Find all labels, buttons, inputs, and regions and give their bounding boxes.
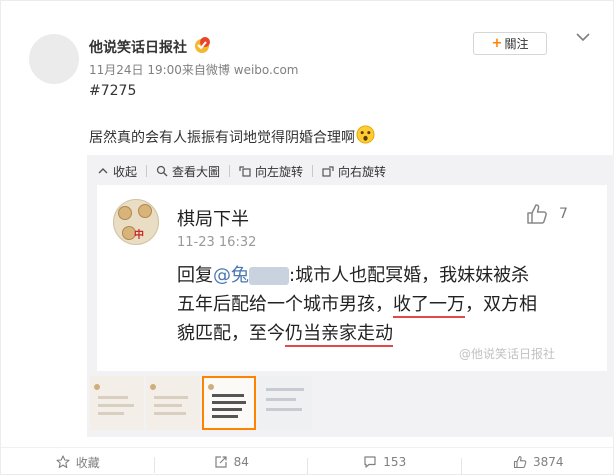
repost-button[interactable]: 84 bbox=[155, 455, 308, 474]
redacted-name bbox=[249, 267, 289, 285]
post-tag[interactable]: #7275 bbox=[89, 83, 136, 99]
post-meta: 11月24日 19:00来自微博 weibo.com bbox=[89, 63, 299, 77]
weibo-post-card: 他说笑话日报社 11月24日 19:00来自微博 weibo.com + 關注 … bbox=[0, 0, 614, 475]
image-like-count: 7 bbox=[559, 206, 568, 222]
image-text-line-1: 回复@兔:城市人也配冥婚，我妹妹被杀 bbox=[177, 265, 530, 286]
chevron-down-icon[interactable] bbox=[576, 32, 590, 42]
plus-icon: + bbox=[491, 36, 503, 51]
thumbnail-3-selected[interactable] bbox=[202, 376, 256, 430]
image-text-line-3: 貌匹配，至今仍当亲家走动 bbox=[177, 319, 587, 348]
favorite-button[interactable]: 收藏 bbox=[1, 454, 155, 473]
author-avatar[interactable] bbox=[29, 34, 79, 84]
shocked-emoji-icon bbox=[356, 125, 375, 144]
thumbs-up-icon bbox=[513, 455, 527, 469]
collapse-icon bbox=[98, 168, 108, 174]
comment-button[interactable]: 153 bbox=[308, 455, 462, 474]
rotate-left-icon bbox=[239, 166, 251, 177]
comment-count: 153 bbox=[383, 455, 407, 469]
favorite-label: 收藏 bbox=[75, 455, 100, 470]
repost-icon bbox=[215, 456, 227, 468]
thumbnail-4[interactable] bbox=[258, 376, 312, 430]
comment-icon bbox=[364, 456, 376, 468]
thumbnail-strip bbox=[90, 376, 312, 430]
like-button[interactable]: 3874 bbox=[462, 455, 614, 469]
thumbnail-2[interactable] bbox=[146, 376, 200, 430]
follow-label: 關注 bbox=[504, 37, 529, 51]
image-commenter-name: 棋局下半 bbox=[177, 209, 249, 230]
vip-badge-icon bbox=[195, 37, 210, 53]
view-large-label: 查看大圖 bbox=[172, 164, 221, 179]
toolbar-divider bbox=[312, 165, 314, 177]
like-count: 3874 bbox=[532, 455, 564, 469]
author-name[interactable]: 他说笑话日报社 bbox=[89, 37, 187, 57]
collapse-label: 收起 bbox=[113, 164, 138, 179]
rotate-left-button[interactable]: 向左旋转 bbox=[239, 163, 303, 180]
image-comment-time: 11-23 16:32 bbox=[177, 235, 257, 250]
media-toolbar: 收起 查看大圖 向左旋转 向右旋转 bbox=[97, 162, 386, 180]
rotate-left-label: 向左旋转 bbox=[255, 164, 304, 179]
image-watermark: @他说笑话日报社 bbox=[459, 347, 556, 361]
follow-button[interactable]: + 關注 bbox=[473, 32, 547, 55]
view-large-button[interactable]: 查看大圖 bbox=[156, 163, 220, 180]
post-text: 居然真的会有人振振有词地觉得阴婚合理啊 bbox=[89, 130, 355, 146]
collapse-button[interactable]: 收起 bbox=[97, 163, 137, 180]
repost-count: 84 bbox=[233, 455, 249, 469]
rotate-right-button[interactable]: 向右旋转 bbox=[322, 163, 386, 180]
image-text-line-2: 五年后配给一个城市男孩，收了一万，双方相 bbox=[177, 290, 587, 319]
action-bar: 收藏 84 153 3874 bbox=[1, 447, 614, 475]
star-icon bbox=[56, 455, 70, 469]
thumbs-up-icon bbox=[527, 204, 547, 224]
toolbar-divider bbox=[146, 165, 148, 177]
magnifier-icon bbox=[156, 165, 168, 177]
toolbar-divider bbox=[229, 165, 231, 177]
rotate-right-icon bbox=[322, 166, 334, 177]
thumbnail-1[interactable] bbox=[90, 376, 144, 430]
image-commenter-avatar: 中 bbox=[113, 199, 159, 245]
rotate-right-label: 向右旋转 bbox=[338, 164, 387, 179]
expanded-image[interactable]: 中 棋局下半 11-23 16:32 7 回复@兔:城市人也配冥婚，我妹妹被杀 … bbox=[97, 185, 607, 371]
